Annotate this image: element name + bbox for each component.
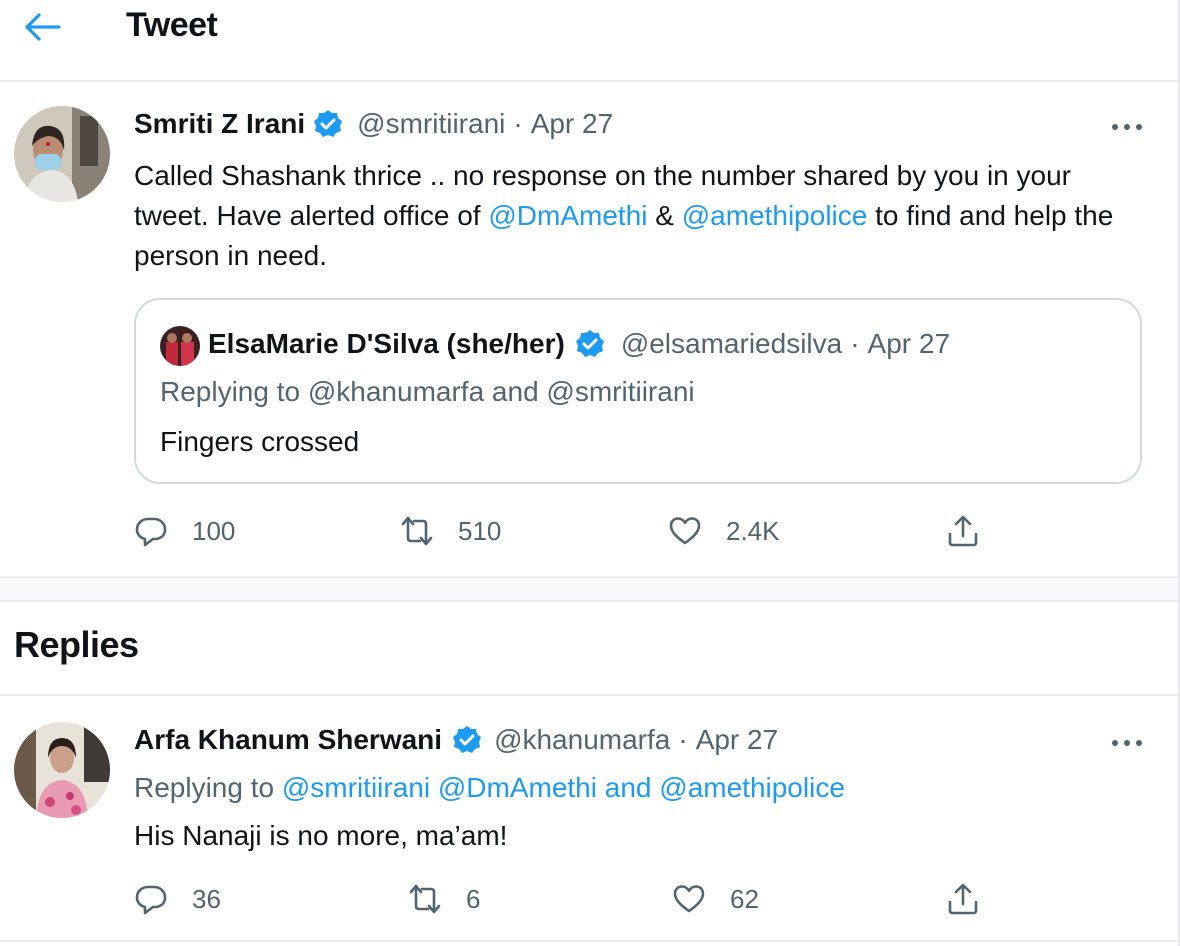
quote-avatar	[160, 326, 200, 366]
header-divider	[0, 80, 1178, 82]
retweet-button[interactable]: 6	[408, 882, 480, 916]
tweet-text-part: &	[647, 200, 682, 231]
avatar[interactable]	[14, 106, 110, 202]
quote-text: Fingers crossed	[160, 426, 360, 457]
reply-count: 36	[192, 883, 221, 914]
like-button[interactable]: 62	[672, 882, 759, 916]
like-button[interactable]: 2.4K	[668, 514, 780, 548]
share-button[interactable]	[946, 882, 980, 916]
reply-author-name[interactable]: Arfa Khanum Sherwani	[134, 724, 442, 756]
separator-dot: ·	[678, 724, 688, 755]
quote-replying-to: Replying to @khanumarfa and @smritiirani	[160, 376, 695, 407]
mention-dmamethi[interactable]: @DmAmethi	[488, 200, 647, 231]
like-icon	[673, 885, 705, 913]
mention-amethipolice[interactable]: @amethipolice	[682, 200, 868, 231]
replying-and: and	[604, 772, 652, 803]
more-icon[interactable]	[1110, 120, 1144, 134]
reply-button[interactable]: 36	[134, 882, 221, 916]
mention-dmamethi[interactable]: @DmAmethi	[438, 772, 597, 803]
section-separator	[0, 576, 1178, 602]
reply-icon	[135, 517, 167, 547]
main-column: Tweet Smriti Z Irani @smritiirani · Apr …	[0, 0, 1180, 946]
quote-author-handle: @elsamariedsilva	[620, 328, 843, 359]
mention-smritiirani[interactable]: @smritiirani	[282, 772, 430, 803]
reply-count: 100	[192, 515, 236, 546]
share-icon	[948, 883, 978, 915]
page-title: Tweet	[126, 6, 218, 44]
verified-badge-icon	[313, 109, 343, 139]
reply-date[interactable]: Apr 27	[696, 724, 779, 756]
bottom-divider	[0, 940, 1178, 942]
retweet-count: 6	[466, 883, 481, 914]
tweet-author-line: Smriti Z Irani @smritiirani · Apr 27	[134, 108, 613, 140]
share-button[interactable]	[946, 514, 980, 548]
separator-dot: ·	[513, 108, 523, 139]
tweet-text: Called Shashank thrice .. no response on…	[134, 156, 1134, 276]
quote-author-line: ElsaMarie D'Silva (she/her) @elsamarieds…	[208, 328, 950, 360]
retweet-icon	[409, 884, 441, 914]
like-count: 62	[730, 883, 759, 914]
separator-dot: ·	[850, 328, 860, 359]
retweet-count: 510	[458, 515, 502, 546]
reply-text: His Nanaji is no more, ma’am!	[134, 820, 508, 851]
quote-author-name: ElsaMarie D'Silva (she/her)	[208, 328, 565, 359]
retweet-icon	[401, 516, 433, 546]
like-count: 2.4K	[726, 515, 780, 546]
author-handle[interactable]: @smritiirani	[357, 108, 505, 140]
retweet-button[interactable]: 510	[400, 514, 501, 548]
replies-heading: Replies	[14, 624, 139, 665]
reply-replying-to: Replying to @smritiirani @DmAmethi and @…	[134, 772, 845, 804]
author-name[interactable]: Smriti Z Irani	[134, 108, 305, 140]
share-icon	[948, 515, 978, 547]
quote-date: Apr 27	[867, 328, 951, 359]
reply-icon	[135, 885, 167, 915]
quoted-tweet[interactable]: ElsaMarie D'Silva (she/her) @elsamarieds…	[134, 298, 1142, 484]
like-icon	[669, 517, 701, 545]
replies-divider	[0, 694, 1178, 696]
reply-avatar[interactable]	[14, 722, 110, 818]
verified-badge-icon	[452, 725, 482, 755]
more-icon[interactable]	[1110, 736, 1144, 750]
back-arrow-icon[interactable]	[22, 10, 62, 44]
reply-author-line: Arfa Khanum Sherwani @khanumarfa · Apr 2…	[134, 724, 778, 756]
reply-button[interactable]: 100	[134, 514, 235, 548]
tweet-date[interactable]: Apr 27	[531, 108, 614, 140]
reply-author-handle[interactable]: @khanumarfa	[494, 724, 670, 756]
mention-amethipolice[interactable]: @amethipolice	[659, 772, 845, 803]
verified-badge-icon	[575, 329, 605, 359]
replying-prefix: Replying to	[134, 772, 282, 803]
